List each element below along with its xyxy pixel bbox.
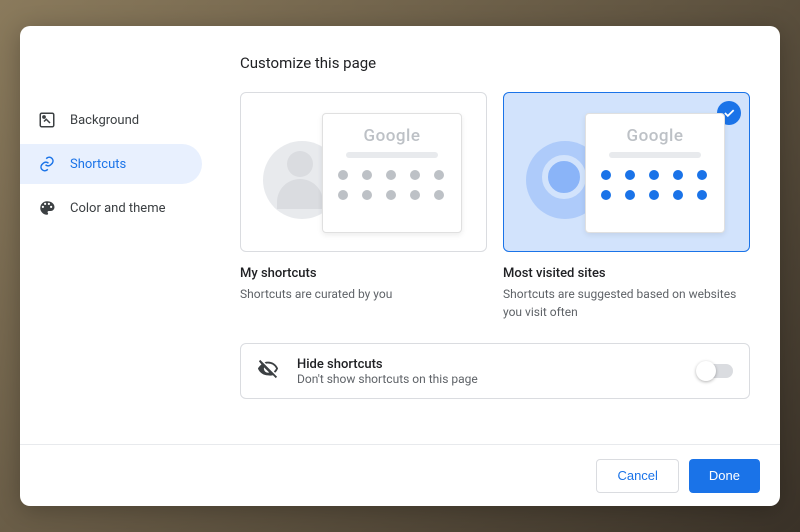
hide-shortcuts-toggle[interactable] bbox=[699, 364, 733, 378]
ntp-preview: Google bbox=[585, 113, 725, 233]
ntp-preview: Google bbox=[322, 113, 462, 233]
done-button[interactable]: Done bbox=[689, 459, 760, 493]
sidebar-item-color-theme[interactable]: Color and theme bbox=[20, 188, 202, 228]
hide-shortcuts-row: Hide shortcuts Don't show shortcuts on t… bbox=[240, 343, 750, 399]
option-desc: Shortcuts are suggested based on website… bbox=[503, 285, 750, 321]
search-bar-icon bbox=[346, 152, 438, 158]
sidebar-item-label: Color and theme bbox=[70, 201, 166, 216]
hide-title: Hide shortcuts bbox=[297, 357, 478, 372]
preview-most-visited: Google bbox=[504, 93, 749, 251]
option-title: Most visited sites bbox=[503, 266, 750, 281]
link-icon bbox=[38, 155, 56, 173]
preview-my-shortcuts: Google bbox=[241, 93, 486, 251]
google-logo: Google bbox=[627, 126, 684, 146]
main-content: Customize this page Google bbox=[210, 26, 780, 444]
toggle-knob bbox=[696, 361, 716, 381]
option-cards: Google bbox=[240, 92, 750, 252]
sidebar-item-label: Background bbox=[70, 113, 139, 128]
background-icon bbox=[38, 111, 56, 129]
dialog-body: Background Shortcuts Color and theme Cus… bbox=[20, 26, 780, 444]
sidebar-item-background[interactable]: Background bbox=[20, 100, 202, 140]
option-my-shortcuts[interactable]: Google bbox=[240, 92, 487, 252]
customize-dialog: Background Shortcuts Color and theme Cus… bbox=[20, 26, 780, 506]
dialog-footer: Cancel Done bbox=[20, 444, 780, 506]
hide-text: Hide shortcuts Don't show shortcuts on t… bbox=[297, 357, 478, 386]
hide-desc: Don't show shortcuts on this page bbox=[297, 372, 478, 386]
globe-icon bbox=[542, 155, 586, 199]
search-bar-icon bbox=[609, 152, 701, 158]
avatar-icon bbox=[287, 151, 313, 177]
page-title: Customize this page bbox=[240, 54, 750, 72]
google-logo: Google bbox=[364, 126, 421, 146]
option-title: My shortcuts bbox=[240, 266, 487, 281]
sidebar: Background Shortcuts Color and theme bbox=[20, 26, 210, 444]
option-descriptions: My shortcuts Shortcuts are curated by yo… bbox=[240, 252, 750, 321]
cancel-button[interactable]: Cancel bbox=[596, 459, 678, 493]
palette-icon bbox=[38, 199, 56, 217]
sidebar-item-label: Shortcuts bbox=[70, 157, 126, 172]
shortcut-dots bbox=[601, 170, 709, 200]
shortcut-dots bbox=[338, 170, 446, 200]
visibility-off-icon bbox=[257, 358, 279, 384]
option-most-visited[interactable]: Google bbox=[503, 92, 750, 252]
option-desc: Shortcuts are curated by you bbox=[240, 285, 487, 303]
sidebar-item-shortcuts[interactable]: Shortcuts bbox=[20, 144, 202, 184]
